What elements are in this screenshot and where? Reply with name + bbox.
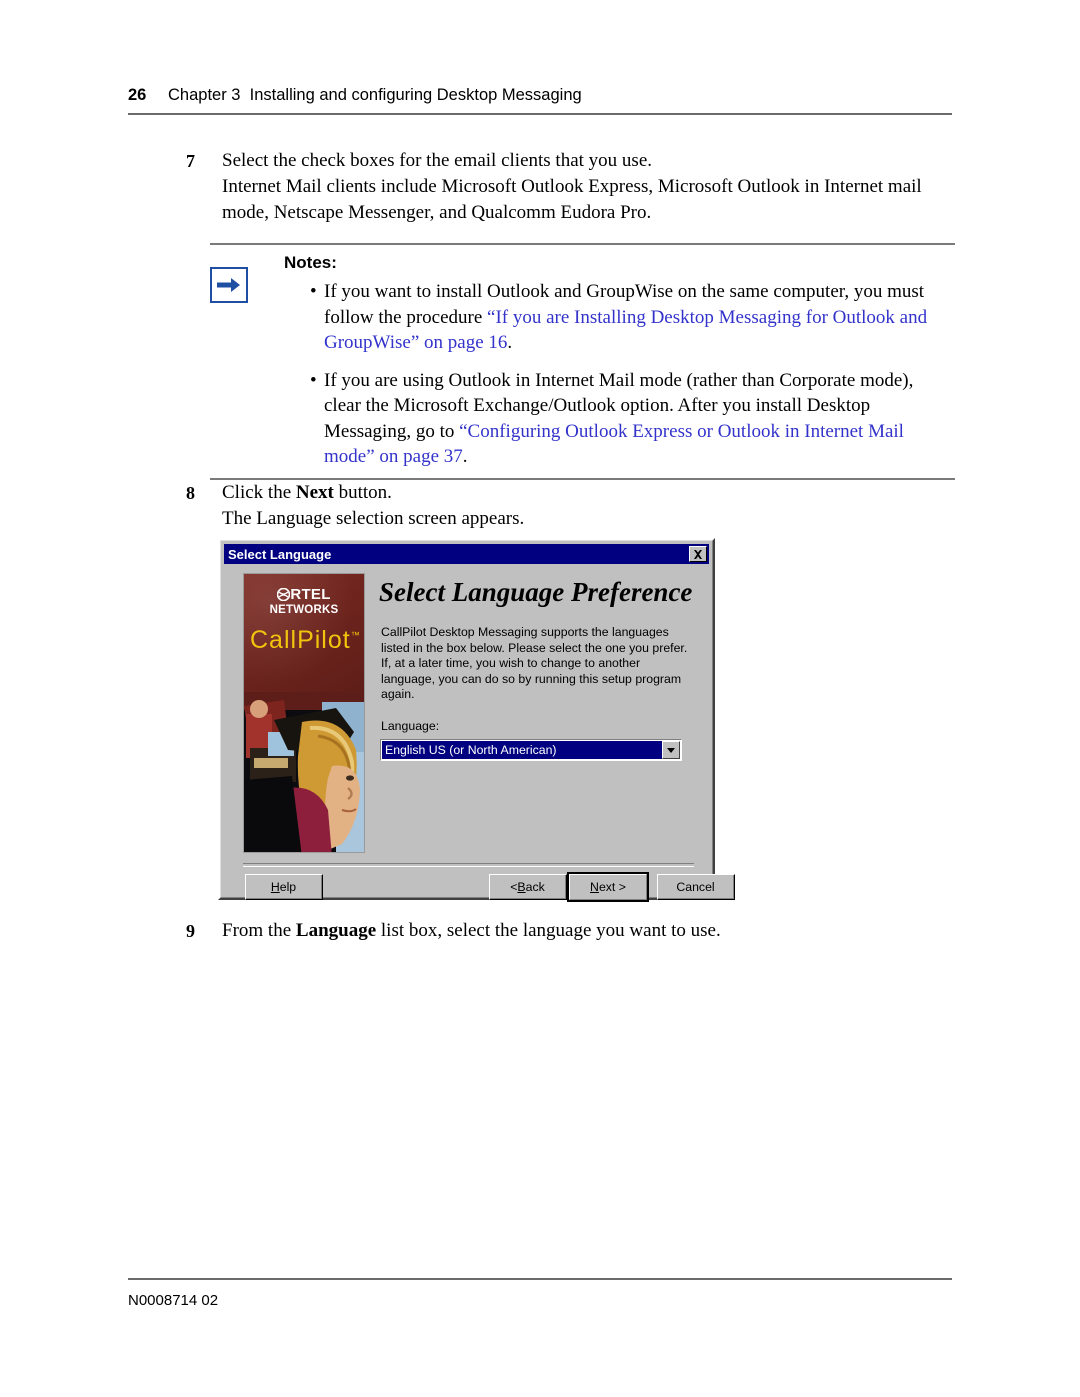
note-text-post: . [462, 446, 468, 467]
header-divider [128, 113, 952, 115]
page-header: 26 Chapter 3 Installing and configuring … [128, 86, 952, 105]
step-9-number: 9 [186, 921, 195, 941]
step-8-line-1: Click the Next button. [222, 480, 956, 506]
help-button-label: elp [279, 879, 297, 894]
step-9-post: list box, select the language you want t… [376, 920, 721, 941]
back-button-prefix: < [510, 879, 518, 894]
step-8-line-2: The Language selection screen appears. [222, 508, 525, 529]
close-icon[interactable] [689, 546, 707, 562]
step-7-line-2: Internet Mail clients include Microsoft … [222, 176, 922, 223]
next-button-mnemonic: N [590, 880, 599, 894]
document-number: N0008714 02 [128, 1292, 219, 1309]
note-bullet: • [310, 281, 317, 302]
arrow-right-icon [210, 267, 248, 303]
language-selected-value[interactable]: English US (or North American) [382, 741, 662, 759]
dialog-heading: Select Language Preference [379, 577, 693, 607]
note-item: • If you are using Outlook in Internet M… [310, 368, 951, 470]
chapter-label: Chapter 3 [168, 86, 241, 104]
step-9-bold: Language [295, 920, 377, 941]
step-8-number: 8 [186, 483, 195, 503]
back-button[interactable]: < Back [489, 874, 567, 900]
brand-photo [244, 692, 364, 852]
step-7-line-1: Select the check boxes for the email cli… [222, 150, 652, 171]
step-8-post: button. [333, 482, 392, 503]
nortel-globe-icon [277, 587, 291, 602]
footer-divider [128, 1278, 952, 1280]
chapter-title: Installing and configuring Desktop Messa… [249, 86, 582, 104]
step-7: 7 Select the check boxes for the email c… [186, 148, 956, 226]
step-9-pre: From the [222, 920, 296, 941]
notes-block: Notes: • If you want to install Outlook … [210, 243, 955, 480]
cancel-button[interactable]: Cancel [657, 874, 735, 900]
networks-wordmark: NETWORKS [269, 604, 339, 616]
step-7-number: 7 [186, 151, 195, 171]
step-8-bold: Next [295, 482, 334, 503]
next-button[interactable]: Next > [567, 872, 649, 902]
step-8: 8 Click the Next button. The Language se… [186, 480, 956, 532]
next-button-label: ext > [598, 880, 626, 894]
callpilot-brand-panel: RTEL NETWORKS CallPilot™ [243, 573, 365, 853]
note-text: If you want to install Outlook and Group… [324, 279, 951, 356]
chevron-down-icon[interactable] [662, 741, 680, 759]
header-gap [240, 86, 249, 105]
back-button-mnemonic: B [517, 879, 526, 894]
note-text-post: . [507, 332, 513, 353]
callpilot-wordmark: CallPilot™ [250, 626, 362, 655]
dialog-title: Select Language [228, 546, 332, 562]
dialog-separator [243, 863, 694, 867]
dialog-titlebar: Select Language [224, 544, 709, 564]
nortel-wordmark: RTEL [244, 586, 364, 603]
step-8-pre: Click the [222, 482, 296, 503]
page-number: 26 [128, 86, 147, 104]
note-bullet: • [310, 369, 317, 391]
cancel-button-label: Cancel [676, 879, 715, 894]
dialog-description: CallPilot Desktop Messaging supports the… [381, 625, 688, 701]
language-combobox[interactable]: English US (or North American) [380, 739, 682, 761]
step-9: 9 From the Language list box, select the… [186, 918, 956, 944]
select-language-dialog: Select Language RTEL NETWORKS CallPilot™… [218, 538, 735, 902]
help-button-mnemonic: H [270, 879, 280, 894]
trademark-symbol: ™ [350, 630, 360, 640]
note-item: • If you want to install Outlook and Gro… [310, 279, 951, 356]
language-label: Language: [381, 719, 440, 733]
help-button[interactable]: Help [245, 874, 323, 900]
callpilot-text: CallPilot [250, 626, 351, 654]
back-button-label: ack [525, 879, 545, 894]
note-text: If you are using Outlook in Internet Mai… [324, 368, 951, 470]
step-9-line-1: From the Language list box, select the l… [222, 918, 956, 944]
notes-title: Notes: [284, 253, 337, 272]
nortel-wordmark-text: RTEL [290, 586, 331, 603]
